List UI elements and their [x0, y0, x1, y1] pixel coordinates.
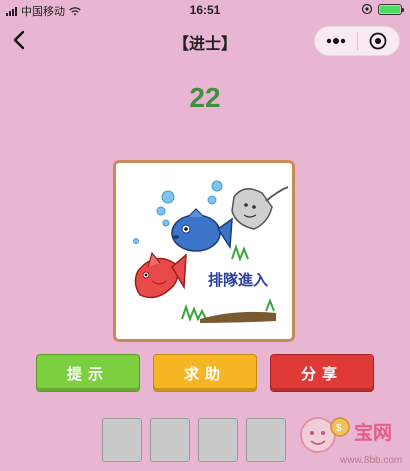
level-number: 22 — [189, 82, 221, 113]
status-time: 16:51 — [189, 3, 221, 17]
more-dots-icon — [326, 38, 345, 44]
stingray-icon — [231, 186, 289, 230]
more-button[interactable] — [315, 27, 357, 55]
answer-slot-3[interactable] — [198, 418, 238, 462]
close-mini-program-button[interactable] — [358, 27, 400, 55]
back-chevron-icon[interactable] — [8, 28, 32, 52]
status-right — [361, 3, 404, 15]
puzzle-image: 排隊進入 — [113, 160, 295, 342]
help-button[interactable]: 求助 — [153, 354, 257, 392]
nav-bar: 【进士】 — [0, 20, 410, 62]
svg-text:$: $ — [336, 423, 342, 434]
location-icon — [361, 3, 373, 15]
action-buttons: 提示 求助 分享 — [36, 354, 374, 394]
answer-slots — [102, 418, 306, 462]
watermark-logo: $ 宝网 www.8bb.com — [300, 417, 402, 466]
seabed-icon — [200, 311, 276, 323]
answer-slot-1[interactable] — [102, 418, 142, 462]
red-fish-icon — [134, 251, 187, 299]
status-bar: 中国移动 16:51 — [0, 0, 410, 20]
target-close-icon — [369, 32, 387, 50]
watermark-url: www.8bb.com — [339, 455, 402, 466]
answer-slot-2[interactable] — [150, 418, 190, 462]
answer-slot-4[interactable] — [246, 418, 286, 462]
hint-button[interactable]: 提示 — [36, 354, 140, 392]
battery-icon — [378, 3, 404, 15]
blue-fish-icon — [171, 208, 233, 252]
mini-program-capsule — [314, 26, 400, 56]
watermark-brand: 宝网 — [354, 421, 392, 444]
puzzle-caption: 排隊進入 — [208, 271, 268, 289]
puzzle-illustration: 排隊進入 — [133, 180, 289, 323]
share-button[interactable]: 分享 — [270, 354, 374, 392]
